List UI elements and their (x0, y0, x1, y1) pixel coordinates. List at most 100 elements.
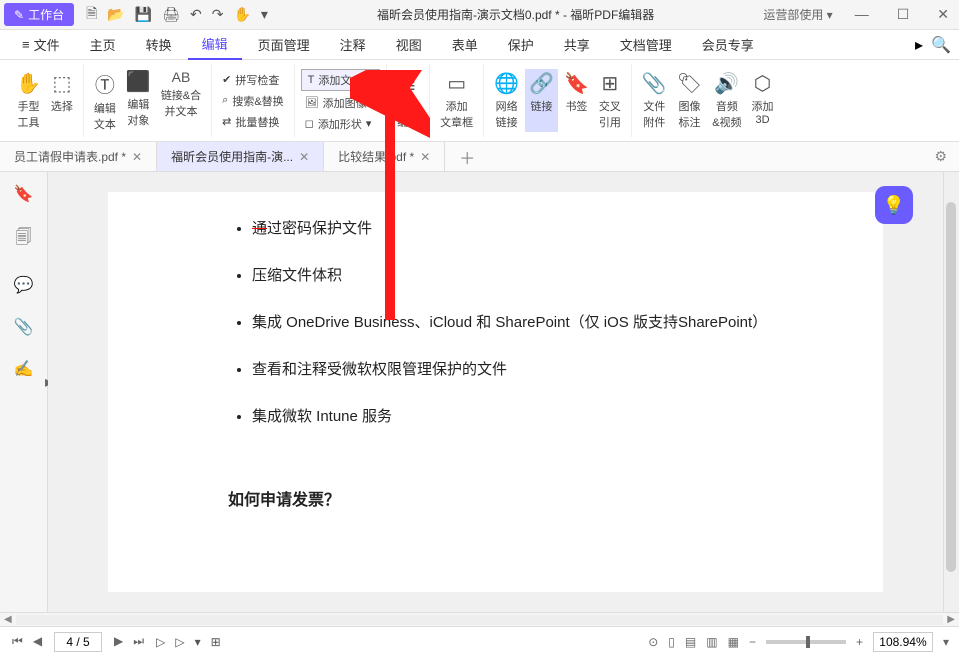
hand-tool-button[interactable]: ✋手型 工具 (12, 69, 45, 132)
zoom-in-button[interactable]: + (856, 635, 863, 649)
menu-pages[interactable]: 页面管理 (244, 30, 324, 59)
attachments-panel-icon[interactable]: 📎 (14, 317, 34, 337)
shape-icon: ◻ (305, 117, 314, 130)
add-text-button[interactable]: T添加文本 (301, 69, 381, 91)
add-3d-button[interactable]: ⬡添加 3D (748, 69, 778, 132)
menu-expand-icon[interactable]: ▸ (915, 35, 923, 55)
link-icon: 🔗 (529, 71, 554, 96)
save-icon[interactable]: 💾 (135, 6, 152, 23)
scroll-left-icon[interactable]: ◀ (0, 614, 16, 625)
flow-edit-button[interactable]: ≣流式 编辑 (393, 69, 423, 132)
lightbulb-icon: 💡 (883, 195, 905, 216)
comments-panel-icon[interactable]: 💬 (14, 275, 34, 295)
new-icon[interactable]: 🗎 (86, 3, 97, 27)
search-icon[interactable]: 🔍 (931, 35, 951, 55)
doc-tab-1[interactable]: 福昕会员使用指南-演...✕ (157, 142, 324, 171)
scroll-right-icon[interactable]: ▶ (943, 614, 959, 625)
web-link-button[interactable]: 🌐网络 链接 (490, 69, 523, 132)
av-icon: 🔊 (714, 71, 739, 96)
doc-tab-0[interactable]: 员工请假申请表.pdf *✕ (0, 142, 157, 171)
redo-icon[interactable]: ↷ (212, 6, 224, 23)
jump-fwd-button[interactable]: ▷ (175, 635, 184, 649)
zoom-input[interactable] (873, 632, 933, 652)
file-menu[interactable]: ≡ 文件 (8, 30, 74, 59)
link-merge-button[interactable]: AB链接&合 并文本 (157, 67, 205, 134)
bookmark-button[interactable]: 🔖书签 (560, 69, 593, 132)
two-page-icon[interactable]: ▥ (706, 635, 717, 649)
vertical-scrollbar[interactable] (943, 172, 959, 612)
link-button[interactable]: 🔗链接 (525, 69, 558, 132)
chevron-down-icon: ▾ (827, 8, 833, 22)
add-article-button[interactable]: ▭添加 文章框 (436, 69, 477, 132)
chevron-down-icon: ▾ (366, 117, 372, 130)
zoom-slider[interactable] (766, 640, 846, 644)
document-view[interactable]: 通过密码保护文件 压缩文件体积 集成 OneDrive Business、iCl… (48, 172, 943, 612)
last-page-button[interactable]: ⏭ (131, 634, 146, 649)
image-annot-button[interactable]: 🏷图像 标注 (673, 69, 706, 132)
list-item: 集成微软 Intune 服务 (252, 400, 763, 433)
two-cont-icon[interactable]: ▦ (728, 635, 739, 649)
menu-member[interactable]: 会员专享 (688, 30, 768, 59)
menu-view[interactable]: 视图 (382, 30, 436, 59)
chevron-down-icon: ▾ (371, 96, 377, 109)
search-replace-button[interactable]: ⌕搜索&替换 (218, 92, 288, 110)
file-attach-button[interactable]: 📎文件 附件 (638, 69, 671, 132)
page-input[interactable] (54, 632, 102, 652)
hamburger-icon: ≡ (22, 37, 30, 52)
spell-check-button[interactable]: ✔拼写检查 (218, 71, 288, 89)
menu-convert[interactable]: 转换 (132, 30, 186, 59)
next-page-button[interactable]: ▶ (112, 634, 125, 649)
maximize-button[interactable]: ☐ (891, 6, 916, 23)
doc-tab-2[interactable]: 比较结果.pdf *✕ (324, 142, 445, 171)
hand-icon[interactable]: ✋ (233, 6, 250, 23)
signature-panel-icon[interactable]: ✍ (14, 359, 34, 379)
close-tab-icon[interactable]: ✕ (420, 150, 430, 164)
close-button[interactable]: ✕ (931, 6, 955, 23)
batch-replace-button[interactable]: ⇄批量替换 (218, 113, 288, 131)
reflow-icon[interactable]: ⊞ (211, 635, 221, 649)
workspace-label: 工作台 (28, 6, 64, 23)
more-icon[interactable]: ▾ (261, 6, 268, 23)
first-page-button[interactable]: ⏮ (10, 634, 25, 649)
jump-back-button[interactable]: ▷ (156, 635, 165, 649)
menu-protect[interactable]: 保护 (494, 30, 548, 59)
list-item: 压缩文件体积 (252, 259, 763, 292)
close-tab-icon[interactable]: ✕ (132, 150, 142, 164)
close-tab-icon[interactable]: ✕ (299, 150, 309, 164)
zoom-dropdown-icon[interactable]: ▾ (943, 635, 949, 649)
view-mode-icon[interactable]: ▾ (195, 635, 201, 649)
single-page-icon[interactable]: ▯ (668, 635, 675, 649)
bookmark-panel-icon[interactable]: 🔖 (14, 184, 34, 204)
cross-ref-button[interactable]: ⊞交叉 引用 (595, 69, 625, 132)
menu-docmgmt[interactable]: 文档管理 (606, 30, 686, 59)
menu-share[interactable]: 共享 (550, 30, 604, 59)
continuous-icon[interactable]: ▤ (685, 635, 696, 649)
audio-video-button[interactable]: 🔊音频 &视频 (708, 69, 745, 132)
batch-icon: ⇄ (222, 115, 231, 128)
menu-annotate[interactable]: 注释 (326, 30, 380, 59)
globe-icon: 🌐 (494, 71, 519, 96)
minimize-button[interactable]: — (849, 6, 875, 23)
add-image-button[interactable]: 🖼添加图像 ▾ (301, 94, 381, 112)
print-icon[interactable]: 🖨 (162, 6, 180, 23)
workspace-button[interactable]: ✎ 工作台 (4, 3, 74, 26)
select-button[interactable]: ⬚选择 (47, 69, 77, 132)
menu-home[interactable]: 主页 (76, 30, 130, 59)
tab-settings-icon[interactable]: ⚙ (922, 148, 959, 165)
user-dropdown[interactable]: 运营部使用 ▾ (763, 6, 832, 23)
text-t-icon: T (308, 74, 315, 86)
edit-object-button[interactable]: ⬛编辑 对象 (122, 67, 155, 134)
open-icon[interactable]: 📂 (107, 6, 124, 23)
pages-panel-icon[interactable]: 🗐 (16, 226, 32, 253)
help-bubble-button[interactable]: 💡 (875, 186, 913, 224)
edit-text-button[interactable]: Ⓣ编辑 文本 (90, 67, 120, 134)
add-shape-button[interactable]: ◻添加形状 ▾ (301, 115, 381, 133)
menu-edit[interactable]: 编辑 (188, 29, 242, 60)
menu-form[interactable]: 表单 (438, 30, 492, 59)
fit-page-icon[interactable]: ⊙ (648, 635, 658, 649)
horizontal-scrollbar[interactable]: ◀ ▶ (0, 612, 959, 626)
prev-page-button[interactable]: ◀ (31, 634, 44, 649)
undo-icon[interactable]: ↶ (190, 6, 202, 23)
zoom-out-button[interactable]: − (749, 635, 756, 649)
add-tab-button[interactable]: ＋ (445, 139, 489, 175)
